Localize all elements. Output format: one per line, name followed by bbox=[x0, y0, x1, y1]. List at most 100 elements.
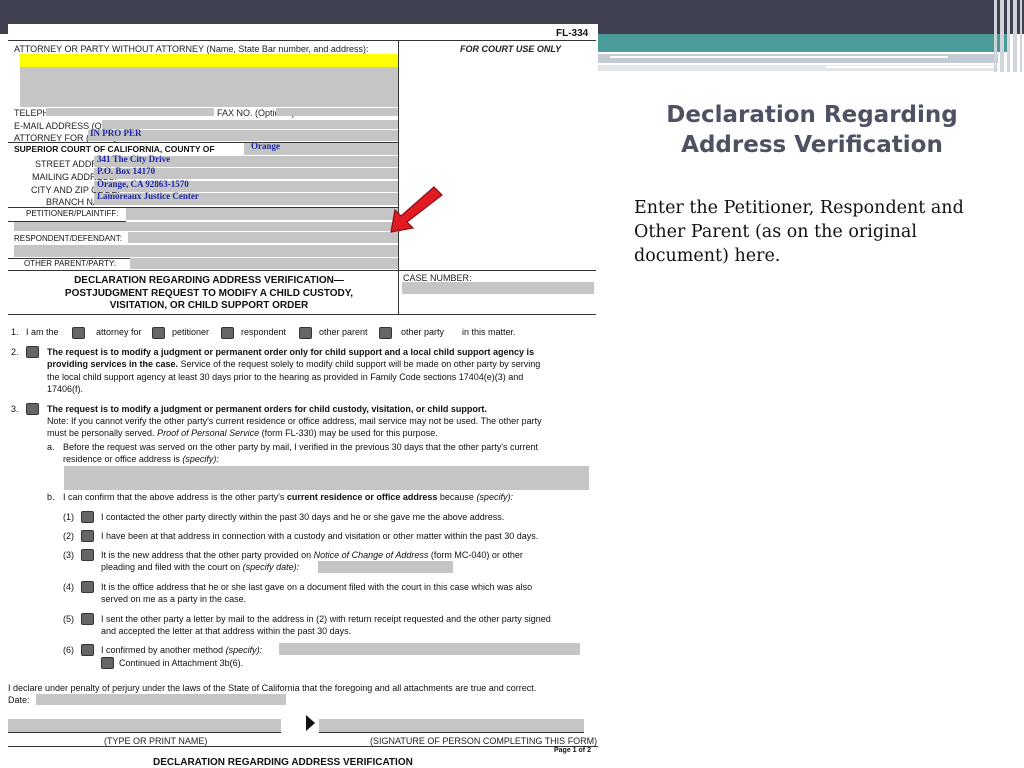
item1-text: I am the bbox=[26, 327, 59, 337]
court-use-label: FOR COURT USE ONLY bbox=[460, 44, 562, 54]
petitioner-field[interactable] bbox=[126, 208, 398, 220]
document-title-line: DECLARATION REGARDING ADDRESS VERIFICATI… bbox=[74, 275, 344, 286]
sub-item-number: (2) bbox=[63, 531, 74, 541]
sub-item-text: pleading and filed with the court on (sp… bbox=[101, 562, 299, 572]
item3a-italic: (specify): bbox=[182, 454, 219, 464]
item3a-label: a. bbox=[47, 442, 55, 452]
petitioner-field-2[interactable] bbox=[14, 222, 398, 231]
checkbox-icon[interactable] bbox=[26, 403, 39, 415]
date-field[interactable] bbox=[36, 694, 286, 705]
item2-bold-text: providing services in the case. bbox=[47, 359, 179, 369]
s3-plain: (form MC-040) or other bbox=[428, 550, 523, 560]
form-number: FL-334 bbox=[556, 28, 589, 39]
county-value: Orange bbox=[251, 141, 280, 151]
checkbox-label: petitioner bbox=[172, 327, 210, 337]
slide-stripe bbox=[1020, 0, 1022, 72]
footer-title: DECLARATION REGARDING ADDRESS VERIFICATI… bbox=[153, 757, 413, 768]
slide-stripe bbox=[1000, 0, 1004, 72]
checkbox-icon[interactable] bbox=[81, 581, 94, 593]
slide-stripe bbox=[1013, 0, 1017, 72]
fax-field[interactable] bbox=[276, 108, 398, 116]
checkbox-icon[interactable] bbox=[81, 530, 94, 542]
item3a-text: residence or office address is (specify)… bbox=[63, 454, 219, 464]
sub-item-text: served on me as a party in the case. bbox=[101, 594, 247, 604]
red-arrow-icon bbox=[390, 186, 443, 233]
filed-date-field[interactable] bbox=[318, 561, 453, 573]
city-value: Orange, CA 92863-1570 bbox=[97, 179, 189, 189]
checkbox-icon[interactable] bbox=[221, 327, 234, 339]
item3b-plain: because bbox=[437, 492, 477, 502]
divider bbox=[8, 270, 596, 271]
sub-item-text: It is the new address that the other par… bbox=[101, 550, 523, 560]
divider bbox=[8, 314, 596, 315]
branch-value: Lamoreaux Justice Center bbox=[97, 191, 199, 201]
item1-text-end: in this matter. bbox=[462, 327, 516, 337]
slide-accent-line bbox=[610, 56, 948, 58]
other-party-address-field[interactable] bbox=[64, 466, 589, 490]
sub-item-text: It is the office address that he or she … bbox=[101, 582, 533, 592]
sub-item-number: (5) bbox=[63, 614, 74, 624]
mailing-value: P.O. Box 14170 bbox=[97, 166, 156, 176]
checkbox-icon[interactable] bbox=[72, 327, 85, 339]
note-italic-text: Proof of Personal Service bbox=[157, 428, 260, 438]
name-line bbox=[8, 732, 281, 733]
checkbox-icon[interactable] bbox=[379, 327, 392, 339]
item2-text: providing services in the case. Service … bbox=[47, 359, 540, 369]
item3a-plain: residence or office address is bbox=[63, 454, 183, 464]
note-text: (form FL-330) may be used for this purpo… bbox=[259, 428, 438, 438]
s3-italic: (specify date): bbox=[242, 562, 300, 572]
sub-item-text: I contacted the other party directly wit… bbox=[101, 512, 505, 522]
item3b-italic: (specify): bbox=[476, 492, 513, 502]
s3-plain: It is the new address that the other par… bbox=[101, 550, 314, 560]
sub-item-text: and accepted the letter at that address … bbox=[101, 626, 352, 636]
checkbox-icon[interactable] bbox=[81, 549, 94, 561]
checkbox-icon[interactable] bbox=[26, 346, 39, 358]
s3-plain: pleading and filed with the court on bbox=[101, 562, 243, 572]
attorney-address-field[interactable] bbox=[20, 67, 398, 107]
petitioner-label: PETITIONER/PLAINTIFF: bbox=[26, 209, 119, 218]
respondent-field[interactable] bbox=[128, 232, 398, 243]
sub-item-number: (1) bbox=[63, 512, 74, 522]
respondent-label: RESPONDENT/DEFENDANT: bbox=[14, 234, 123, 243]
item2-rest-text: Service of the request solely to modify … bbox=[178, 359, 541, 369]
checkbox-icon[interactable] bbox=[81, 511, 94, 523]
checkbox-icon[interactable] bbox=[81, 613, 94, 625]
checkbox-icon[interactable] bbox=[101, 657, 114, 669]
sub-item-text: I confirmed by another method (specify): bbox=[101, 645, 262, 655]
other-parent-field[interactable] bbox=[130, 258, 398, 269]
s6-plain: I confirmed by another method bbox=[101, 645, 226, 655]
signature-line bbox=[319, 732, 584, 733]
slide-accent-line bbox=[826, 66, 998, 68]
item2-text: 17406(f). bbox=[47, 384, 84, 394]
checkbox-label: attorney for bbox=[96, 327, 142, 337]
case-number-field[interactable] bbox=[402, 282, 594, 294]
sub-item-number: (4) bbox=[63, 582, 74, 592]
sub-item-number: (6) bbox=[63, 645, 74, 655]
other-parent-label: OTHER PARENT/PARTY: bbox=[24, 259, 117, 268]
email-field[interactable] bbox=[102, 120, 398, 129]
telephone-field[interactable] bbox=[46, 108, 214, 116]
checkbox-icon[interactable] bbox=[299, 327, 312, 339]
page-number: Page 1 of 2 bbox=[554, 747, 591, 754]
sub-item-text: I have been at that address in connectio… bbox=[101, 531, 539, 541]
item3a-text: Before the request was served on the oth… bbox=[63, 442, 538, 452]
item3b-text: I can confirm that the above address is … bbox=[63, 492, 513, 502]
item3-text: The request is to modify a judgment or p… bbox=[47, 404, 487, 414]
signature-caption: (SIGNATURE OF PERSON COMPLETING THIS FOR… bbox=[370, 736, 598, 746]
other-method-field[interactable] bbox=[279, 643, 580, 655]
respondent-field-2[interactable] bbox=[14, 245, 398, 257]
court-form-fl334: FL-334 ATTORNEY OR PARTY WITHOUT ATTORNE… bbox=[8, 24, 598, 768]
attorney-for-value: IN PRO PER bbox=[90, 128, 142, 138]
checkbox-icon[interactable] bbox=[81, 644, 94, 656]
checkbox-label: other parent bbox=[319, 327, 368, 337]
print-name-field[interactable] bbox=[8, 719, 281, 732]
divider bbox=[8, 40, 596, 41]
date-label: Date: bbox=[8, 695, 30, 705]
checkbox-icon[interactable] bbox=[152, 327, 165, 339]
sub-item-text: I sent the other party a letter by mail … bbox=[101, 614, 551, 624]
signature-field[interactable] bbox=[319, 719, 584, 732]
item1-number: 1. bbox=[11, 327, 19, 337]
signature-arrow-icon bbox=[306, 715, 315, 731]
checkbox-label: respondent bbox=[241, 327, 287, 337]
attorney-name-highlight[interactable] bbox=[20, 54, 398, 67]
